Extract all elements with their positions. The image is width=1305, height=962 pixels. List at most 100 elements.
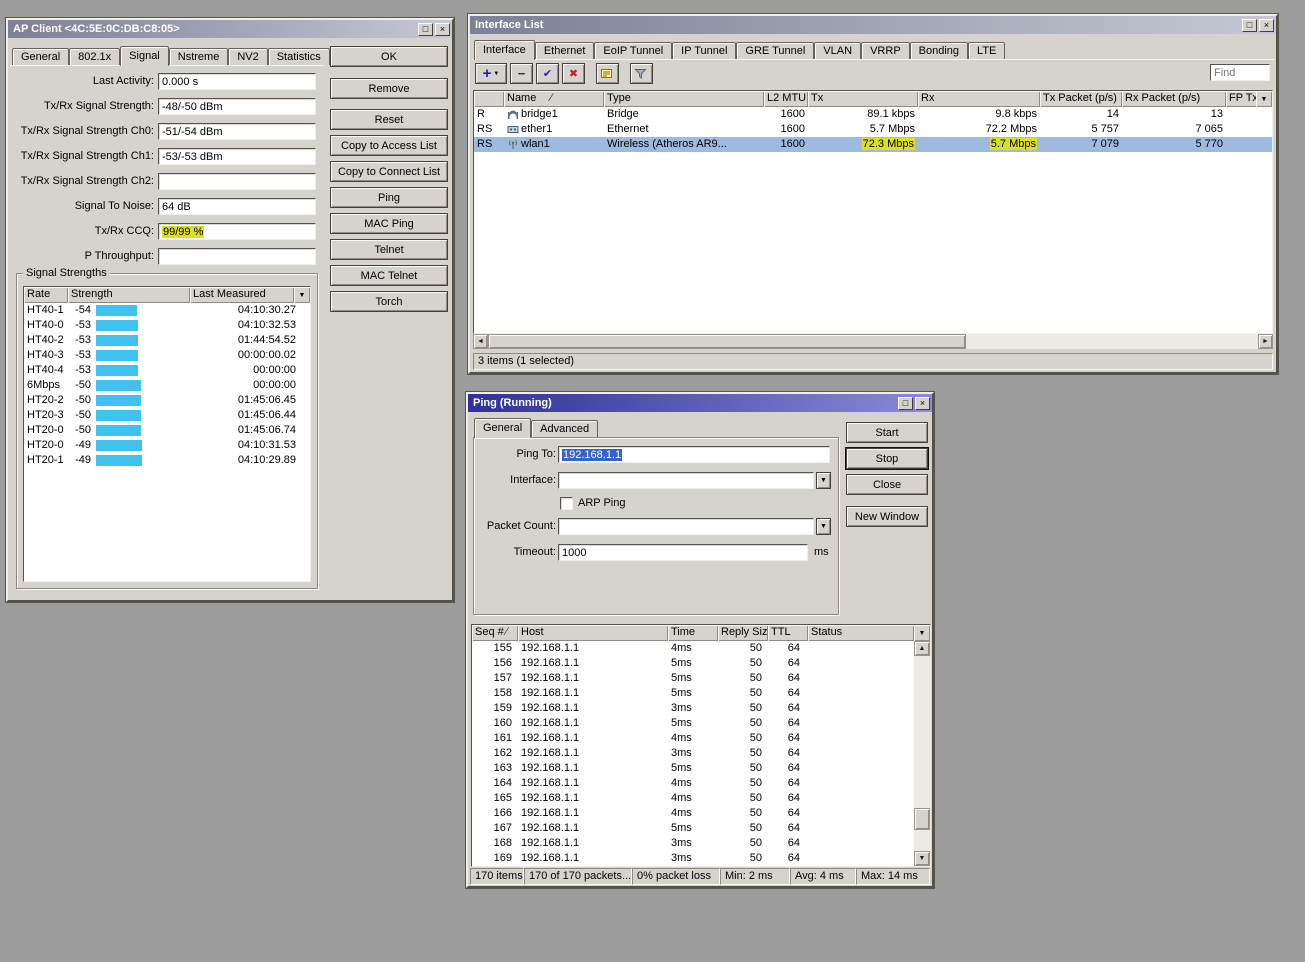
start-button[interactable]: Start	[846, 422, 928, 443]
tab-lte[interactable]: LTE	[968, 42, 1005, 59]
signal-ch2-field[interactable]	[158, 173, 316, 190]
signal-row[interactable]: HT20-0 -50 01:45:06.74	[24, 423, 310, 438]
strength-column-header[interactable]: Strength	[68, 287, 190, 303]
l2mtu-column-header[interactable]: L2 MTU	[764, 91, 808, 107]
signal-row[interactable]: 6Mbps -50 00:00:00	[24, 378, 310, 393]
ping-to-input[interactable]: 192.168.1.1	[558, 446, 830, 463]
find-input[interactable]	[1210, 64, 1270, 81]
scrollbar-track[interactable]	[914, 656, 930, 851]
last-activity-field[interactable]: 0.000 s	[158, 73, 316, 90]
packet-count-dropdown[interactable]	[558, 518, 814, 535]
interface-dropdown[interactable]	[558, 472, 814, 489]
ping-row[interactable]: 156192.168.1.15ms5064	[472, 656, 914, 671]
vertical-scrollbar[interactable]: ▼ ▲ ▼	[914, 625, 930, 866]
new-window-button[interactable]: New Window	[846, 506, 928, 527]
seq-column-header[interactable]: Seq #∕	[472, 625, 518, 641]
tab-statistics[interactable]: Statistics	[268, 48, 330, 65]
close-button[interactable]: Close	[846, 474, 928, 495]
ap-client-titlebar[interactable]: AP Client <4C:5E:0C:DB:C8:05> □ ×	[8, 20, 452, 38]
ping-row[interactable]: 167192.168.1.15ms5064	[472, 821, 914, 836]
tab-vrrp[interactable]: VRRP	[861, 42, 910, 59]
interface-dropdown-arrow[interactable]: ▼	[816, 472, 831, 489]
interface-row-ether1[interactable]: RS ether1 Ethernet 1600 5.7 Mbps 72.2 Mb…	[474, 122, 1272, 137]
name-column-header[interactable]: Name∕	[504, 91, 604, 107]
signal-row[interactable]: HT20-3 -50 01:45:06.44	[24, 408, 310, 423]
tab-nstreme[interactable]: Nstreme	[169, 48, 229, 65]
rx-column-header[interactable]: Rx	[918, 91, 1040, 107]
ping-row[interactable]: 162192.168.1.13ms5064	[472, 746, 914, 761]
torch-button[interactable]: Torch	[330, 291, 448, 312]
ping-row[interactable]: 158192.168.1.15ms5064	[472, 686, 914, 701]
packet-count-dropdown-arrow[interactable]: ▼	[816, 518, 831, 535]
copy-to-connect-list-button[interactable]: Copy to Connect List	[330, 161, 448, 182]
ping-row[interactable]: 163192.168.1.15ms5064	[472, 761, 914, 776]
signal-row[interactable]: HT20-0 -49 04:10:31.53	[24, 438, 310, 453]
time-column-header[interactable]: Time	[668, 625, 718, 641]
signal-ch0-field[interactable]: -51/-54 dBm	[158, 123, 316, 140]
enable-button[interactable]: ✔	[536, 63, 559, 84]
scroll-down-icon[interactable]: ▼	[914, 851, 930, 866]
interface-list-titlebar[interactable]: Interface List □ ×	[470, 16, 1276, 34]
ping-row[interactable]: 159192.168.1.13ms5064	[472, 701, 914, 716]
reply-size-column-header[interactable]: Reply Size	[718, 625, 768, 641]
column-options-icon[interactable]: ▼	[294, 287, 310, 303]
mac-telnet-button[interactable]: MAC Telnet	[330, 265, 448, 286]
remove-button[interactable]: Remove	[330, 78, 448, 99]
type-column-header[interactable]: Type	[604, 91, 764, 107]
timeout-input[interactable]: 1000	[558, 544, 808, 561]
mac-ping-button[interactable]: MAC Ping	[330, 213, 448, 234]
signal-row[interactable]: HT40-1 -54 04:10:30.27	[24, 303, 310, 318]
interface-row-bridge1[interactable]: R bridge1 Bridge 1600 89.1 kbps 9.8 kbps…	[474, 107, 1272, 122]
ping-row[interactable]: 160192.168.1.15ms5064	[472, 716, 914, 731]
flags-column-header[interactable]	[474, 91, 504, 107]
column-options-icon[interactable]: ▼	[914, 625, 930, 641]
ccq-field[interactable]: 99/99 %	[158, 223, 316, 240]
scroll-up-icon[interactable]: ▲	[914, 641, 930, 656]
ping-row[interactable]: 157192.168.1.15ms5064	[472, 671, 914, 686]
close-icon[interactable]: ×	[1259, 19, 1274, 32]
status-column-header[interactable]: Status	[808, 625, 914, 641]
tab-eoip-tunnel[interactable]: EoIP Tunnel	[594, 42, 672, 59]
column-options-icon[interactable]: ▼	[1256, 91, 1272, 107]
p-throughput-field[interactable]	[158, 248, 316, 265]
tab-gre-tunnel[interactable]: GRE Tunnel	[736, 42, 814, 59]
signal-row[interactable]: HT20-1 -49 04:10:29.89	[24, 453, 310, 468]
signal-row[interactable]: HT40-4 -53 00:00:00	[24, 363, 310, 378]
ping-row[interactable]: 166192.168.1.14ms5064	[472, 806, 914, 821]
add-button[interactable]: +▼	[475, 63, 507, 84]
tx-column-header[interactable]: Tx	[808, 91, 918, 107]
signal-ch1-field[interactable]: -53/-53 dBm	[158, 148, 316, 165]
rx-packet-column-header[interactable]: Rx Packet (p/s)	[1122, 91, 1226, 107]
filter-button[interactable]	[630, 63, 653, 84]
rate-column-header[interactable]: Rate	[24, 287, 68, 303]
signal-row[interactable]: HT40-0 -53 04:10:32.53	[24, 318, 310, 333]
maximize-icon[interactable]: □	[1242, 19, 1257, 32]
arp-ping-checkbox[interactable]	[560, 497, 573, 510]
disable-button[interactable]: ✖	[562, 63, 585, 84]
ping-row[interactable]: 168192.168.1.13ms5064	[472, 836, 914, 851]
stop-button[interactable]: Stop	[846, 448, 928, 469]
remove-button[interactable]: −	[510, 63, 533, 84]
scroll-left-icon[interactable]: ◄	[473, 334, 488, 349]
horizontal-scrollbar[interactable]: ◄ ►	[473, 334, 1273, 349]
scrollbar-thumb[interactable]	[488, 334, 966, 349]
signal-row[interactable]: HT40-2 -53 01:44:54.52	[24, 333, 310, 348]
ping-titlebar[interactable]: Ping (Running) □ ×	[468, 394, 932, 412]
signal-to-noise-field[interactable]: 64 dB	[158, 198, 316, 215]
signal-strength-field[interactable]: -48/-50 dBm	[158, 98, 316, 115]
ping-row[interactable]: 161192.168.1.14ms5064	[472, 731, 914, 746]
copy-to-access-list-button[interactable]: Copy to Access List	[330, 135, 448, 156]
tab-ip-tunnel[interactable]: IP Tunnel	[672, 42, 736, 59]
tab-bonding[interactable]: Bonding	[910, 42, 968, 59]
tx-packet-column-header[interactable]: Tx Packet (p/s)	[1040, 91, 1122, 107]
scrollbar-track[interactable]	[488, 334, 1258, 349]
close-icon[interactable]: ×	[435, 23, 450, 36]
tab-signal[interactable]: Signal	[120, 46, 169, 66]
tab-8021x[interactable]: 802.1x	[69, 48, 120, 65]
ping-row[interactable]: 164192.168.1.14ms5064	[472, 776, 914, 791]
ping-row[interactable]: 169192.168.1.13ms5064	[472, 851, 914, 866]
telnet-button[interactable]: Telnet	[330, 239, 448, 260]
tab-nv2[interactable]: NV2	[228, 48, 267, 65]
signal-row[interactable]: HT20-2 -50 01:45:06.45	[24, 393, 310, 408]
close-icon[interactable]: ×	[915, 397, 930, 410]
